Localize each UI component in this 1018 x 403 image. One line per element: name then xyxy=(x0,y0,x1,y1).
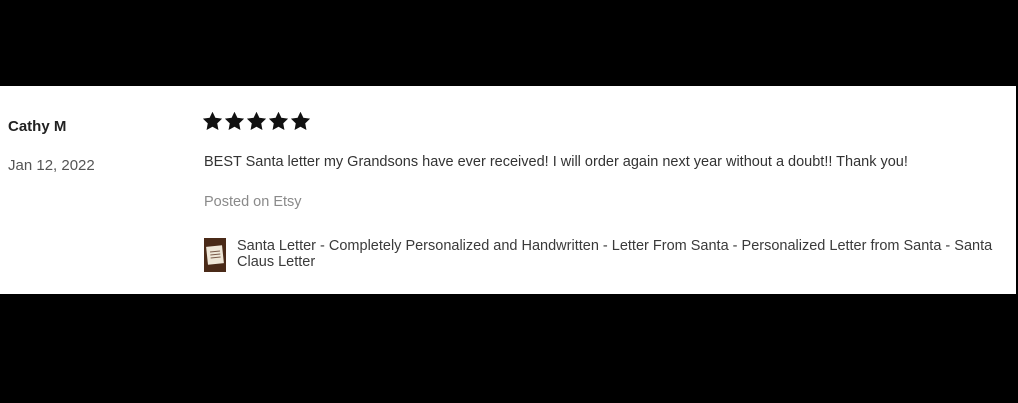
product-thumbnail[interactable] xyxy=(204,238,226,272)
star-rating xyxy=(203,112,310,130)
review-card: Cathy M Jan 12, 2022 BEST Santa letter m… xyxy=(0,86,1016,294)
bottom-black-band xyxy=(0,294,1018,403)
product-link[interactable]: Santa Letter - Completely Personalized a… xyxy=(204,238,1004,272)
review-source: Posted on Etsy xyxy=(204,194,302,210)
star-icon xyxy=(269,112,288,130)
star-icon xyxy=(291,112,310,130)
letter-paper-icon xyxy=(206,245,224,265)
top-black-band xyxy=(0,0,1018,86)
reviewer-name: Cathy M xyxy=(8,118,67,135)
star-icon xyxy=(225,112,244,130)
star-icon xyxy=(203,112,222,130)
review-text: BEST Santa letter my Grandsons have ever… xyxy=(204,154,908,170)
star-icon xyxy=(247,112,266,130)
product-title[interactable]: Santa Letter - Completely Personalized a… xyxy=(237,238,1004,270)
review-date: Jan 12, 2022 xyxy=(8,157,95,174)
